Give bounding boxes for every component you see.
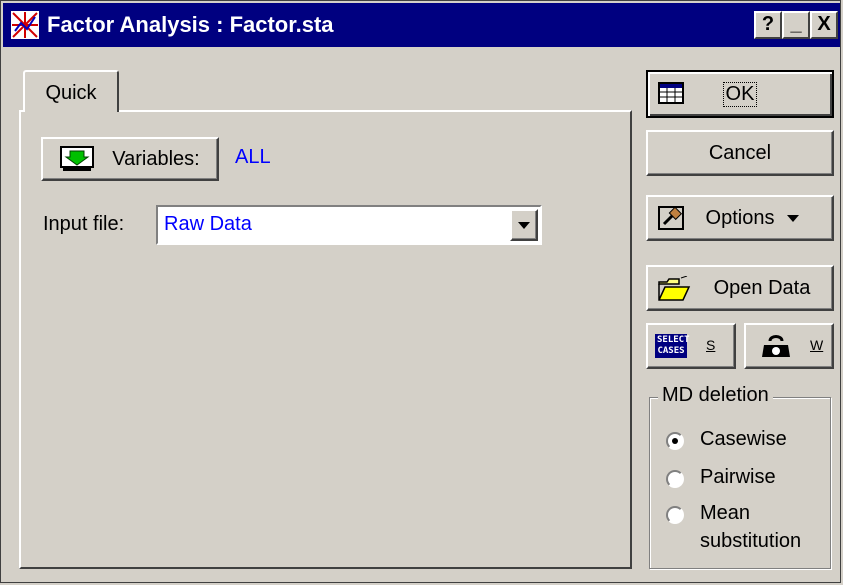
mean-substitution-radio[interactable] xyxy=(666,506,684,524)
open-folder-icon xyxy=(657,275,691,308)
window-title: Factor Analysis : Factor.sta xyxy=(47,12,334,37)
md-deletion-group: MD deletion Casewise Pairwise Mean subst… xyxy=(649,384,831,569)
tab-quick[interactable]: Quick xyxy=(23,70,119,112)
ok-sheet-icon xyxy=(658,82,684,110)
select-cases-button[interactable]: SELECT CASES S xyxy=(646,323,736,369)
options-gavel-icon xyxy=(658,206,684,236)
select-cases-line2: CASES xyxy=(657,346,685,356)
variables-button[interactable]: Variables: xyxy=(41,137,219,181)
select-cases-icon: SELECT CASES xyxy=(655,334,690,358)
pairwise-radio[interactable] xyxy=(666,470,684,488)
select-cases-shortcut: S xyxy=(706,337,716,353)
options-button[interactable]: Options xyxy=(646,195,834,241)
ok-button[interactable]: OK xyxy=(646,70,834,118)
weight-icon xyxy=(760,335,792,365)
chevron-down-icon xyxy=(786,207,800,230)
cancel-button[interactable]: Cancel xyxy=(646,130,834,176)
tab-quick-label: Quick xyxy=(45,82,97,104)
cancel-button-label: Cancel xyxy=(708,141,772,164)
ok-button-label: OK xyxy=(722,81,758,107)
mean-substitution-label[interactable]: substitution xyxy=(700,530,801,553)
open-data-button[interactable]: Open Data xyxy=(646,265,834,311)
mean-label[interactable]: Mean xyxy=(700,502,750,525)
input-file-select[interactable]: Raw Data xyxy=(156,205,542,245)
open-data-button-label: Open Data xyxy=(713,276,811,299)
factor-analysis-dialog: Factor Analysis : Factor.sta ? _ X Quick… xyxy=(0,0,841,583)
variables-icon xyxy=(60,146,95,172)
select-cases-line1: SELECT xyxy=(657,335,690,345)
dropdown-arrow-icon[interactable] xyxy=(510,209,538,241)
casewise-radio[interactable] xyxy=(666,432,684,450)
input-file-label: Input file: xyxy=(43,213,125,235)
pairwise-label[interactable]: Pairwise xyxy=(700,466,776,489)
title-bar[interactable]: Factor Analysis : Factor.sta ? _ X xyxy=(3,3,840,47)
statistica-app-icon xyxy=(11,11,39,39)
help-button[interactable]: ? xyxy=(754,11,782,39)
minimize-button[interactable]: _ xyxy=(782,11,810,39)
variables-value: ALL xyxy=(235,146,271,168)
md-deletion-title: MD deletion xyxy=(658,384,773,407)
input-file-value: Raw Data xyxy=(164,213,252,235)
casewise-label[interactable]: Casewise xyxy=(700,428,787,451)
variables-button-label: Variables: xyxy=(112,147,200,170)
close-button[interactable]: X xyxy=(810,11,838,39)
options-button-label: Options xyxy=(705,206,775,229)
weight-shortcut: W xyxy=(810,337,824,353)
weight-button[interactable]: W xyxy=(744,323,834,369)
